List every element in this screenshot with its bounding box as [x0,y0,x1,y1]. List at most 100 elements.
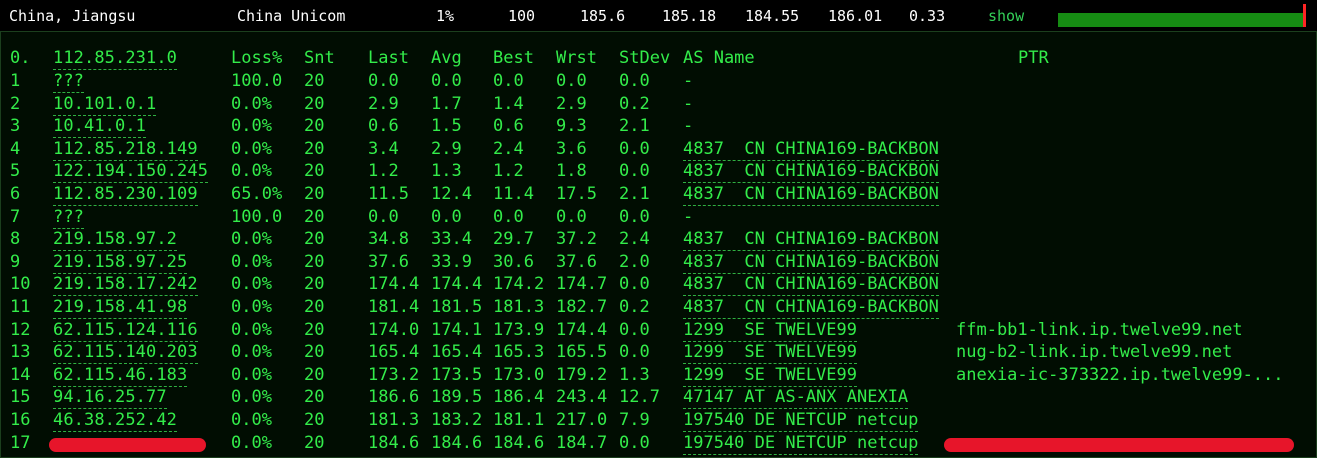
hop-ip-link[interactable]: ??? [53,206,85,229]
hop-ip-link[interactable]: 122.194.150.245 [53,160,209,184]
ptr-value: anexia-ic-373322.ip.twelve99-... [956,364,1284,385]
last-value: 0.6 [368,116,399,137]
header-as-name: AS Name [683,48,755,68]
best-value: 1.2 [493,161,524,182]
loss-value: 0.0% [231,229,272,250]
sent-value: 20 [304,93,325,114]
show-link[interactable]: show [988,7,1024,25]
as-name-link[interactable]: 4837 CN CHINA169-BACKBON [683,273,939,297]
hop-ip-link[interactable]: 219.158.41.98 [53,296,188,319]
as-name-link[interactable]: 1299 SE TWELVE99 [683,319,857,342]
last-value: 186.6 [368,387,420,408]
last-value: 184.6 [368,432,420,453]
hop-ip-link[interactable]: 94.16.25.77 [53,386,167,410]
header-stdev: StDev [619,48,671,68]
loss-value: 0.0% [231,364,272,385]
summary-best: 184.55 [745,7,800,25]
stdev-value: 7.9 [619,410,650,430]
as-name-link[interactable]: 4837 CN CHINA169-BACKBON [683,138,939,161]
header-hop: 0. [10,48,31,68]
table-row: 16 46.38.252.42 0.0% 20 181.3 183.2 181.1 217.0… [1,409,1317,432]
stdev-value: 0.0 [619,432,650,453]
stdev-value: 0.0 [619,71,650,91]
summary-count: 100 [508,7,536,25]
worst-value: 243.4 [556,387,608,408]
as-name-link[interactable]: 1299 SE TWELVE99 [683,341,857,365]
hop-ip-link[interactable]: 219.158.97.25 [53,251,188,274]
avg-value: 173.5 [431,364,483,385]
summary-loss: 1% [436,7,455,25]
hop-ip-link[interactable]: 62.115.140.203 [53,341,198,365]
hop-ip-link[interactable]: 62.115.124.116 [53,319,198,342]
last-value: 173.2 [368,364,420,385]
last-value: 0.0 [368,71,399,91]
hop-ip-link[interactable]: 219.158.97.2 [53,228,178,252]
avg-value: 165.4 [431,342,483,363]
as-name-link[interactable]: 47147 AT AS-ANX ANEXIA [683,386,909,410]
mtr-panel: 0. 112.85.231.0 Loss% Snt Last Avg Best … [0,31,1317,458]
as-name-empty: - [683,93,694,114]
latency-marker [1303,4,1306,27]
last-value: 174.4 [368,274,420,295]
avg-value: 1.5 [431,116,462,137]
table-row: 11 219.158.41.98 0.0% 20 181.4 181.5 181.3 182.… [1,296,1317,319]
isp-label: China Unicom [237,7,346,25]
stdev-value: 0.0 [619,206,650,227]
last-value: 11.5 [368,184,409,204]
last-value: 37.6 [368,251,409,272]
header-loss: Loss% [231,48,283,68]
header-best: Best [493,48,534,68]
hop-number: 1 [10,71,21,91]
worst-value: 174.7 [556,274,608,295]
hop-ip-link[interactable]: 46.38.252.42 [53,409,178,432]
worst-value: 184.7 [556,432,608,453]
as-name-link[interactable]: 197540 DE NETCUP netcup [683,409,919,432]
best-value: 184.6 [493,432,545,453]
last-value: 3.4 [368,138,399,159]
table-row: 5 122.194.150.245 0.0% 20 1.2 1.3 1.2 1.8 0.0 483… [1,160,1317,184]
as-name-link[interactable]: 4837 CN CHINA169-BACKBON [683,296,939,319]
hop-ip-link[interactable]: 10.101.0.1 [53,93,157,116]
as-name-link[interactable]: 4837 CN CHINA169-BACKBON [683,228,939,252]
hop-ip-link[interactable]: 62.115.46.183 [53,364,188,387]
hop-ip-link[interactable]: 219.158.17.242 [53,273,198,297]
loss-value: 0.0% [231,297,272,317]
hop-number: 13 [10,342,31,363]
sent-value: 20 [304,138,325,159]
hop-number: 10 [10,274,31,295]
last-value: 174.0 [368,319,420,340]
table-row: 10 219.158.17.242 0.0% 20 174.4 174.4 174.2 174… [1,273,1317,297]
last-value: 181.3 [368,410,420,430]
destination-ip-link[interactable]: 112.85.231.0 [53,47,178,70]
sent-value: 20 [304,410,325,430]
summary-avg: 185.18 [662,7,717,25]
summary-last: 185.6 [580,7,626,25]
hop-ip-link[interactable]: ??? [53,70,85,93]
as-name-link[interactable]: 197540 DE NETCUP netcup [683,432,919,455]
hop-ip-link[interactable]: 10.41.0.1 [53,115,147,139]
stdev-value: 0.2 [619,93,650,114]
table-header: 0. 112.85.231.0 Loss% Snt Last Avg Best … [1,47,1317,70]
hop-number: 6 [10,184,21,204]
as-name-link[interactable]: 4837 CN CHINA169-BACKBON [683,183,939,206]
last-value: 1.2 [368,161,399,182]
hop-number: 17 [10,432,31,453]
hop-ip-link[interactable]: 112.85.218.149 [53,138,198,161]
hop-ip-link[interactable]: 112.85.230.109 [53,183,198,206]
best-value: 173.9 [493,319,545,340]
loss-value: 100.0 [231,71,283,91]
avg-value: 2.9 [431,138,462,159]
sent-value: 20 [304,71,325,91]
as-name-link[interactable]: 4837 CN CHINA169-BACKBON [683,160,939,184]
last-value: 165.4 [368,342,420,363]
summary-stdev: 0.33 [909,7,946,25]
worst-value: 0.0 [556,206,587,227]
table-row: 9 219.158.97.25 0.0% 20 37.6 33.9 30.6 37.6 2.0 4… [1,251,1317,274]
as-name-link[interactable]: 4837 CN CHINA169-BACKBON [683,251,939,274]
worst-value: 179.2 [556,364,608,385]
avg-value: 0.0 [431,206,462,227]
worst-value: 9.3 [556,116,587,137]
hop-number: 15 [10,387,31,408]
as-name-link[interactable]: 1299 SE TWELVE99 [683,364,857,387]
header-wrst: Wrst [556,48,597,68]
